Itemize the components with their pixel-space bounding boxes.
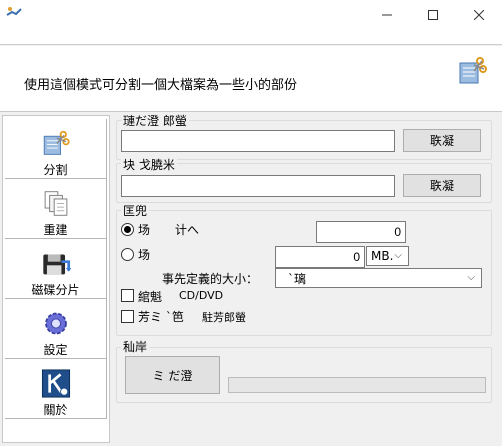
split-by-count-label: 场 (138, 223, 151, 237)
cd-dvd-label: 綰魁 (138, 290, 163, 304)
chevron-down-icon: ⌵ (394, 250, 402, 261)
sidebar-item-label: 關於 (43, 403, 68, 417)
radio-selected-dot (124, 226, 131, 233)
split-file-icon (6, 7, 22, 16)
about-k-icon (41, 369, 70, 398)
split-by-count-sublabel: 计へ (175, 223, 200, 237)
source-path-input[interactable] (121, 130, 395, 152)
destination-group-title: 块 戈膮米 (121, 158, 177, 172)
sidebar-item-label: 重建 (43, 223, 68, 237)
batch-file-checkbox[interactable] (121, 310, 134, 323)
progress-group-title: 秈岸 (121, 340, 150, 354)
close-icon (474, 10, 484, 20)
header-panel: 使用這個模式可分割一個大檔案為一些小的部份 (0, 46, 502, 112)
cd-dvd-sublabel: CD/DVD (179, 289, 224, 302)
source-group-title: 璉だ澄 郎螢 (121, 114, 189, 128)
rebuild-icon (44, 191, 67, 216)
split-by-size-radio[interactable] (121, 248, 134, 261)
split-by-size-label: 场 (138, 248, 151, 262)
mode-description: 使用這個模式可分割一個大檔案為一些小的部份 (24, 78, 298, 93)
close-button[interactable] (456, 0, 502, 30)
predefined-size-select[interactable]: `璃 ⌵ (275, 268, 482, 288)
batch-file-label: 芳ミ `笆 (138, 310, 184, 324)
sidebar-item-label: 分割 (43, 163, 68, 177)
split-by-count-radio[interactable] (121, 223, 134, 236)
chevron-down-icon: ⌵ (467, 272, 475, 283)
sidebar-item-label: 設定 (43, 343, 68, 357)
size-unit-value: MB. (371, 249, 394, 263)
browse-destination-button[interactable]: 聅凝 (403, 174, 481, 197)
sidebar-item-about[interactable]: 關於 (5, 359, 107, 419)
sidebar-item-disk-span[interactable]: 磁碟分片 (5, 239, 107, 299)
predefined-size-value: `璃 (288, 271, 307, 286)
sidebar-item-split[interactable]: 分割 (5, 119, 107, 179)
start-split-button[interactable]: ミ だ澄 (125, 356, 220, 394)
predefined-size-label: 事先定義的大小： (162, 272, 259, 286)
destination-path-input[interactable] (121, 175, 395, 197)
piece-count-input[interactable] (316, 221, 406, 243)
minimize-button[interactable] (364, 0, 410, 30)
progress-bar (228, 377, 486, 393)
minimize-icon (382, 14, 392, 16)
browse-source-button[interactable]: 聅凝 (403, 129, 481, 152)
gear-icon (44, 312, 67, 335)
size-unit-select[interactable]: MB. ⌵ (366, 246, 409, 266)
cd-dvd-checkbox[interactable] (121, 289, 134, 302)
title-bar (0, 0, 502, 30)
split-icon (43, 130, 70, 155)
sidebar-item-settings[interactable]: 設定 (5, 299, 107, 359)
menu-strip (0, 30, 502, 45)
options-group-title: 匡兜 (121, 204, 150, 218)
maximize-button[interactable] (410, 0, 456, 30)
batch-file-sublabel: 駐芳郎螢 (202, 311, 246, 324)
split-file-icon (459, 57, 487, 84)
sidebar: 分割 重建 磁碟分片 設定 關於 (2, 115, 110, 443)
floppy-icon (42, 254, 71, 275)
maximize-icon (428, 10, 438, 20)
sidebar-item-rebuild[interactable]: 重建 (5, 179, 107, 239)
sidebar-item-label: 磁碟分片 (31, 283, 80, 297)
piece-size-input[interactable] (275, 246, 365, 268)
